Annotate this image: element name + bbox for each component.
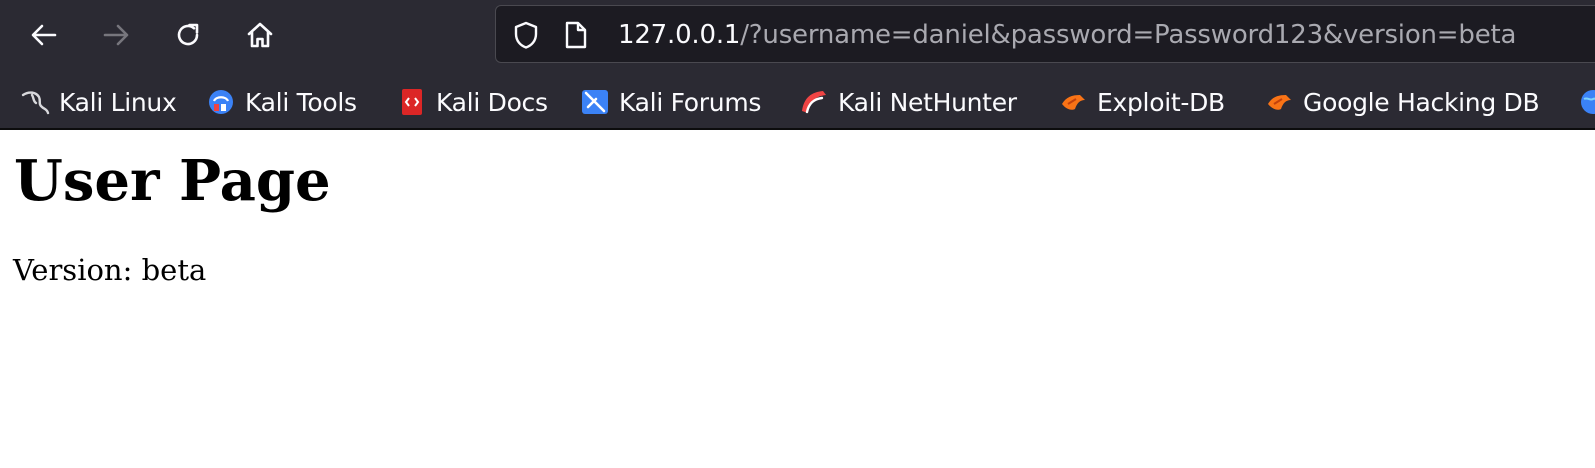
bookmark-label: Exploit-DB: [1097, 87, 1225, 117]
home-button[interactable]: [239, 14, 281, 56]
bookmark-exploit-db[interactable]: Exploit-DB: [1058, 76, 1225, 128]
forward-button[interactable]: [95, 14, 137, 56]
globe-icon: [1581, 90, 1595, 114]
kali-docs-icon: [402, 89, 422, 115]
bookmark-kali-tools[interactable]: Kali Tools: [206, 76, 357, 128]
bookmark-label: Kali NetHunter: [838, 87, 1017, 117]
bookmark-label: Kali Docs: [436, 87, 548, 117]
home-icon: [247, 22, 273, 48]
exploit-db-icon: [1062, 95, 1085, 110]
url-bar[interactable]: 127.0.0.1/?username=daniel&password=Pass…: [495, 5, 1595, 63]
bookmarks-toolbar: Kali Linux Kali Tools Kali Docs Kali For…: [0, 76, 1595, 128]
page-document-icon[interactable]: [559, 19, 591, 51]
google-hacking-db-icon: [1268, 95, 1291, 110]
forward-arrow-icon: [103, 24, 129, 46]
bookmark-label: Kali Forums: [619, 87, 762, 117]
bookmark-google-hacking-db[interactable]: Google Hacking DB: [1264, 76, 1540, 128]
kali-tools-icon: [209, 90, 233, 114]
bookmark-kali-nethunter[interactable]: Kali NetHunter: [799, 76, 1017, 128]
back-arrow-icon: [31, 24, 57, 46]
bookmark-kali-linux[interactable]: Kali Linux: [20, 76, 177, 128]
bookmark-overflow[interactable]: [1578, 76, 1595, 128]
url-path-query: /?username=daniel&password=Password123&v…: [740, 20, 1517, 50]
reload-icon: [177, 23, 199, 46]
bookmark-label: Google Hacking DB: [1303, 87, 1540, 117]
url-text[interactable]: 127.0.0.1/?username=daniel&password=Pass…: [618, 6, 1516, 64]
bookmark-label: Kali Tools: [245, 87, 357, 117]
reload-button[interactable]: [167, 14, 209, 56]
browser-chrome: 127.0.0.1/?username=daniel&password=Pass…: [0, 0, 1595, 130]
kali-nethunter-icon: [802, 91, 826, 114]
kali-forums-icon: [582, 90, 608, 114]
bookmark-kali-forums[interactable]: Kali Forums: [580, 76, 761, 128]
bookmark-label: Kali Linux: [59, 87, 177, 117]
version-text: Version: beta: [13, 253, 207, 287]
page-title: User Page: [14, 148, 331, 214]
back-button[interactable]: [23, 14, 65, 56]
kali-dragon-icon: [21, 91, 50, 115]
bookmark-kali-docs[interactable]: Kali Docs: [397, 76, 548, 128]
navigation-toolbar: 127.0.0.1/?username=daniel&password=Pass…: [0, 0, 1595, 68]
shield-icon[interactable]: [510, 19, 542, 51]
page-content: User Page Version: beta: [0, 130, 1595, 468]
url-host: 127.0.0.1: [618, 20, 741, 50]
